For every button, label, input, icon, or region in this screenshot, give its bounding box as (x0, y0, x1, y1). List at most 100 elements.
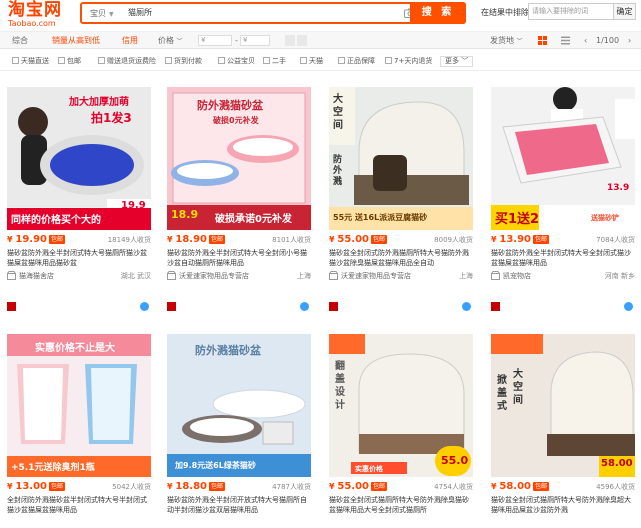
ship-from-select[interactable]: 发货地 ﹀ (490, 32, 523, 49)
wangwang-chat-icon[interactable] (624, 302, 633, 311)
filter-option[interactable]: 天猫直送 (12, 57, 49, 66)
product-title[interactable]: 猫砂盆防外溅全半封闭式特大号猫厕所猫沙盆猫屎盆猫咪用品猫砂盆 (7, 248, 151, 268)
price-value: 18.80 (175, 481, 207, 492)
product-image[interactable]: 送猫砂铲 买1送2 13.9 (491, 87, 635, 230)
product-title[interactable]: 猫砂盆全封闭式猫厕所特大号防外溅除臭猫砂盆猫咪用品大号全封闭式猫厕所 (329, 495, 473, 515)
search-scope-label: 宝贝 (90, 9, 106, 18)
prev-page-icon[interactable]: ‹ (584, 32, 587, 49)
filter-option[interactable]: 正品保障 (338, 57, 375, 66)
checkbox[interactable] (300, 57, 307, 64)
price-value: 13.00 (15, 481, 47, 492)
product-title[interactable]: 猫砂盆防外溅全半封闭开放式特大号猫厕所自动半封闭猫沙盆双层猫咪用品 (167, 495, 311, 515)
checkbox[interactable] (58, 57, 65, 64)
logo-en: Taobao.com (8, 19, 56, 28)
price-row: ¥ 18.80 包邮 4787人收货 (167, 481, 311, 493)
free-shipping-badge: 包邮 (533, 235, 550, 244)
price-max-input[interactable]: ¥ (240, 35, 270, 46)
product-title[interactable]: 猫砂盆全封闭式猫厕所特大号防外溅除臭超大猫咪用品屎盆沙盆防外溅 (491, 495, 635, 515)
product-image[interactable]: 掀盖式 大空间 58.00 (491, 334, 635, 477)
product-image[interactable]: 加大加厚加萌 拍1发3 同样的价格买个大的 19.9 (7, 87, 151, 230)
shop-name[interactable]: 猫海猫舍店 (19, 271, 54, 281)
image-overlay-text: 加9.8元送6L绿茶猫砂 (175, 461, 256, 470)
filter-option[interactable]: 7+天内退货 (385, 57, 432, 66)
filter-label: 包邮 (67, 57, 81, 65)
filter-option[interactable]: 天猫 (300, 57, 323, 66)
sort-price[interactable]: 价格 ﹀ (158, 32, 183, 49)
wangwang-chat-icon[interactable] (462, 302, 471, 311)
filter-label: 正品保障 (347, 57, 375, 65)
product-card[interactable]: 防外溅猫砂盆 加9.8元送6L绿茶猫砂 ¥ 18.80 包邮 4787人收货 猫砂… (167, 334, 311, 528)
filter-option[interactable]: 二手 (263, 57, 286, 66)
product-title[interactable]: 猫砂盆全封闭式防外溅猫厕所特大号猫防外溅猫沙盆除臭猫屎盆猫咪用品全自动 (329, 248, 473, 268)
price-value: 19.90 (15, 234, 47, 245)
wangwang-chat-icon[interactable] (140, 302, 149, 311)
search-input[interactable]: 猫厕所 (128, 6, 398, 20)
tmall-badge-icon (167, 302, 176, 311)
filter-label: 天猫直送 (21, 57, 49, 65)
product-title[interactable]: 全封闭防外溅猫砂盆半封闭式特大号半封闭式猫沙盆猫屎盆猫咪用品 (7, 495, 151, 515)
image-overlay-text: 加大加厚加萌 (69, 97, 129, 108)
product-card[interactable]: 实惠价格不止是大 +5.1元送除臭剂1瓶 ¥ 13.00 包邮 5042人收货 全… (7, 334, 151, 528)
price-value: 55.00 (337, 234, 369, 245)
shop-name[interactable]: 沃爱速家物用品专营店 (179, 271, 249, 281)
sales-count: 4754人收货 (434, 483, 473, 491)
product-card[interactable]: 大空间 防外溅 55元 送16L派派豆腐猫砂 ¥ 55.00 包邮 8009人收货 … (329, 87, 473, 327)
shop-name[interactable]: 沃爱速家物用品专营店 (341, 271, 411, 281)
product-image[interactable]: 翻盖设计 实惠价格 55.0 (329, 334, 473, 477)
checkbox[interactable] (12, 57, 19, 64)
sort-credit[interactable]: 信用 (122, 32, 138, 49)
product-title[interactable]: 猫砂盆防外溅全半封闭式特大号全封闭式猫沙盆猫屎盆猫咪用品 (491, 248, 635, 268)
list-view-icon[interactable] (561, 36, 570, 45)
badge-row (7, 302, 151, 312)
image-overlay-text: 55.0 (441, 454, 469, 467)
product-price: ¥ 13.90 (491, 234, 531, 245)
search-button[interactable]: 搜 索 (410, 2, 466, 24)
image-overlay-text: 翻盖设计 (335, 361, 345, 411)
more-filters-button[interactable]: 更多 ﹀ (440, 56, 474, 67)
grid-view-icon[interactable] (538, 36, 547, 45)
filter-option[interactable]: 货到付款 (165, 57, 202, 66)
checkbox[interactable] (385, 57, 392, 64)
checkbox[interactable] (218, 57, 225, 64)
sales-count: 4787人收货 (272, 483, 311, 491)
price-value: 18.90 (175, 234, 207, 245)
location: 湖北 武汉 (120, 272, 151, 280)
product-card[interactable]: 掀盖式 大空间 58.00 ¥ 58.00 包邮 4596人收货 猫砂盆全封闭式猫厕… (491, 334, 635, 528)
product-image[interactable]: 实惠价格不止是大 +5.1元送除臭剂1瓶 (7, 334, 151, 477)
search-scope-select[interactable]: 宝贝 ▼ (86, 7, 126, 21)
free-shipping-badge: 包邮 (49, 235, 66, 244)
exclude-input[interactable]: 请输入要排除的词 (528, 3, 614, 20)
price-row: ¥ 55.00 包邮 4754人收货 (329, 481, 473, 493)
sort-bar: 综合 销量从高到低 信用 价格 ﹀ ¥ - ¥ 发货地 ﹀ ‹ 1/100 › (0, 31, 641, 49)
product-image[interactable]: 防外溅猫砂盆 加9.8元送6L绿茶猫砂 (167, 334, 311, 477)
image-overlay-text: 55元 送16L派派豆腐猫砂 (333, 213, 428, 222)
filter-option[interactable]: 公益宝贝 (218, 57, 255, 66)
filter-option[interactable]: 赠送退货运费险 (98, 57, 156, 66)
product-card[interactable]: 防外溅猫砂盆 破损0元补发 破损承诺0元补发 18.9 ¥ 18.90 包邮 8101… (167, 87, 311, 327)
taobao-logo[interactable]: 淘宝网 Taobao.com (8, 1, 72, 29)
free-shipping-badge: 包邮 (371, 235, 388, 244)
price-min-input[interactable]: ¥ (198, 35, 232, 46)
product-image[interactable]: 大空间 防外溅 55元 送16L派派豆腐猫砂 (329, 87, 473, 230)
product-image[interactable]: 防外溅猫砂盆 破损0元补发 破损承诺0元补发 18.9 (167, 87, 311, 230)
checkbox[interactable] (165, 57, 172, 64)
wangwang-chat-icon[interactable] (300, 302, 309, 311)
tmall-badge-icon (491, 302, 500, 311)
checkbox[interactable] (338, 57, 345, 64)
checkbox[interactable] (98, 57, 105, 64)
sort-default[interactable]: 综合 (12, 32, 28, 49)
header: 淘宝网 Taobao.com 宝贝 ▼ 猫厕所 搜 索 在结果中排除 请输入要排除… (0, 0, 641, 30)
exclude-confirm-button[interactable]: 确定 (614, 3, 636, 20)
next-page-icon[interactable]: › (628, 32, 631, 49)
product-card[interactable]: 加大加厚加萌 拍1发3 同样的价格买个大的 19.9 ¥ 19.90 包邮 18149… (7, 87, 151, 327)
filter-option[interactable]: 包邮 (58, 57, 81, 66)
sort-sales[interactable]: 销量从高到低 (52, 32, 100, 49)
product-title[interactable]: 猫砂盆防外溅全半封闭式特大号全封闭小号猫沙盆自动猫厕所猫咪用品 (167, 248, 311, 268)
tmall-badge-icon (329, 302, 338, 311)
checkbox[interactable] (263, 57, 270, 64)
product-card[interactable]: 送猫砂铲 买1送2 13.9 ¥ 13.90 包邮 7084人收货 猫砂盆防外溅全半… (491, 87, 635, 327)
filter-label: 7+天内退货 (394, 57, 433, 65)
shop-name[interactable]: 凯宠物店 (503, 271, 531, 281)
product-card[interactable]: 翻盖设计 实惠价格 55.0 ¥ 55.00 包邮 4754人收货 猫砂盆全封闭式猫… (329, 334, 473, 528)
shop-icon (167, 271, 176, 280)
